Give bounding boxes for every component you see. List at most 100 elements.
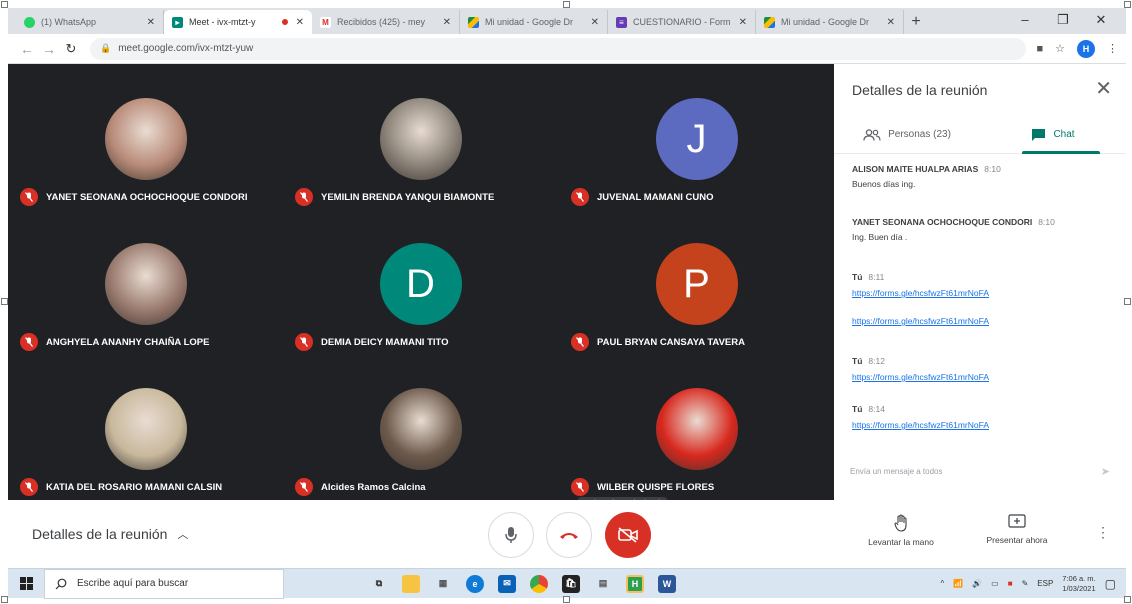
message-sender: YANET SEONANA OCHOCHOQUE CONDORI	[852, 217, 1033, 227]
meeting-details-button[interactable]: Detalles de la reunión ︿	[32, 526, 188, 542]
message-link[interactable]: https://forms.gle/hcsfwzFt61mrNoFA	[852, 316, 1116, 326]
message-sender: Tú	[852, 356, 863, 366]
message-text: Ing. Buen día .	[852, 232, 908, 242]
clock-date: 1/03/2021	[1062, 583, 1096, 593]
send-icon[interactable]: ➤	[1101, 465, 1110, 478]
close-panel-icon[interactable]: ✕	[1095, 76, 1112, 101]
chevron-up-icon[interactable]: ^	[940, 579, 944, 588]
browser-tab-gmail[interactable]: M Recibidos (425) - mey ✕	[312, 10, 460, 34]
participant-name-row: WILBER QUISPE FLORES	[571, 478, 714, 496]
chat-compose[interactable]: Envía un mensaje a todos ➤	[834, 454, 1126, 488]
forward-icon[interactable]: →	[38, 41, 60, 57]
participant-name-row: DEMIA DEICY MAMANI TITO	[295, 333, 449, 351]
clock[interactable]: 7:06 a. m. 1/03/2021	[1062, 574, 1095, 594]
tab-people[interactable]: Personas (23)	[834, 116, 980, 153]
participant-name-row: YEMILIN BRENDA YANQUI BIAMONTE	[295, 188, 494, 206]
edge-icon[interactable]: e	[466, 574, 484, 593]
back-icon[interactable]: ←	[16, 41, 38, 57]
notifications-icon[interactable]: ▢	[1105, 577, 1116, 591]
participant-tile[interactable]: D DEMIA DEICY MAMANI TITO	[283, 209, 558, 354]
close-tab-icon[interactable]: ✕	[296, 17, 304, 28]
close-tab-icon[interactable]: ✕	[443, 17, 451, 28]
calendar-app-icon[interactable]: ▦	[434, 575, 452, 593]
message-link[interactable]: https://forms.gle/hcsfwzFt61mrNoFA	[852, 372, 1116, 382]
camera-in-use-icon[interactable]: ■	[1036, 43, 1043, 55]
profile-avatar[interactable]: H	[1077, 39, 1095, 58]
minimize-icon[interactable]: –	[1006, 8, 1044, 32]
files-app-icon[interactable]: ▤	[594, 575, 612, 593]
store-icon[interactable]: 🛍	[562, 574, 580, 593]
microphone-button[interactable]	[488, 512, 534, 558]
message-link[interactable]: https://forms.gle/hcsfwzFt61mrNoFA	[852, 420, 1116, 430]
chrome-icon[interactable]	[530, 574, 548, 593]
search-icon	[55, 578, 67, 589]
participant-name-row: JUVENAL MAMANI CUNO	[571, 188, 713, 206]
participant-tile[interactable]: ANGHYELA ANANHY CHAIÑA LOPE	[8, 209, 283, 354]
chrome-menu-icon[interactable]: ⋮	[1107, 42, 1118, 55]
participant-avatar	[104, 98, 187, 180]
close-tab-icon[interactable]: ✕	[147, 17, 155, 28]
participant-tile[interactable]: YANET SEONANA OCHOCHOQUE CONDORI	[8, 64, 283, 209]
browser-tab-drive-1[interactable]: Mi unidad - Google Dr ✕	[460, 10, 608, 34]
browser-tab-meet[interactable]: ▸ Meet - ivx-mtzt-y ✕	[164, 10, 312, 34]
leave-call-button[interactable]	[546, 512, 592, 558]
network-icon[interactable]: 📶	[953, 579, 963, 588]
start-button[interactable]	[8, 577, 44, 590]
meeting-details-panel: Detalles de la reunión ✕ Personas (23) C…	[834, 64, 1126, 504]
camera-toggle-button[interactable]	[605, 512, 651, 558]
bookmark-star-icon[interactable]: ☆	[1055, 42, 1065, 55]
meet-bottom-bar: Detalles de la reunión ︿	[8, 500, 834, 568]
mic-muted-icon	[20, 478, 38, 496]
word-icon[interactable]: W	[658, 574, 676, 593]
participant-name-row: KATIA DEL ROSARIO MAMANI CALSIN	[20, 478, 222, 496]
participant-tile[interactable]: J JUVENAL MAMANI CUNO	[559, 64, 834, 209]
close-tab-icon[interactable]: ✕	[739, 17, 747, 28]
browser-tab-drive-2[interactable]: Mi unidad - Google Dr ✕	[756, 10, 904, 34]
participant-tile[interactable]: WILBER QUISPE FLORES	[559, 354, 834, 499]
tab-title: Mi unidad - Google Dr	[485, 17, 574, 27]
recording-indicator-icon	[281, 19, 288, 25]
volume-icon[interactable]: 🔊	[972, 579, 982, 588]
tab-chat-label: Chat	[1053, 129, 1075, 140]
language-indicator[interactable]: ESP	[1037, 579, 1053, 588]
browser-tab-whatsapp[interactable]: (1) WhatsApp ✕	[16, 10, 164, 34]
participant-name: ANGHYELA ANANHY CHAIÑA LOPE	[46, 336, 210, 348]
tab-chat[interactable]: Chat	[980, 116, 1126, 154]
chat-icon	[1032, 128, 1046, 141]
present-now-button[interactable]: Presentar ahora	[972, 514, 1062, 545]
maximize-icon[interactable]: ❐	[1044, 8, 1082, 32]
participant-name: KATIA DEL ROSARIO MAMANI CALSIN	[46, 481, 223, 493]
app-h-icon[interactable]: H	[626, 574, 644, 593]
message-link[interactable]: https://forms.gle/hcsfwzFt61mrNoFA	[852, 288, 1116, 298]
participant-tile[interactable]: P PAUL BRYAN CANSAYA TAVERA	[559, 209, 834, 354]
people-icon	[863, 128, 881, 141]
reload-icon[interactable]: ↻	[60, 41, 82, 57]
selection-handle	[1124, 1, 1131, 8]
participant-tile[interactable]: KATIA DEL ROSARIO MAMANI CALSIN	[8, 354, 283, 499]
chevron-up-icon: ︿	[177, 529, 189, 541]
notification-app-icon[interactable]: ■	[1008, 579, 1013, 588]
participant-tile[interactable]: Alcides Ramos Calcina	[283, 354, 558, 499]
hang-up-icon	[560, 533, 578, 539]
mic-muted-icon	[295, 333, 313, 351]
message-text: Buenos días ing.	[852, 179, 916, 189]
close-tab-icon[interactable]: ✕	[591, 17, 599, 28]
avatar-letter: J	[686, 116, 707, 161]
battery-icon[interactable]: ▭	[991, 579, 999, 588]
file-explorer-icon[interactable]	[402, 574, 420, 593]
close-window-icon[interactable]: ✕	[1082, 8, 1120, 32]
app-tray-icon[interactable]: ✎	[1022, 579, 1029, 588]
new-tab-button[interactable]: +	[904, 10, 928, 34]
task-view-icon[interactable]: ⧉	[370, 575, 388, 593]
chat-input[interactable]: Envía un mensaje a todos	[850, 467, 943, 476]
browser-tab-forms[interactable]: ≡ CUESTIONARIO - Form ✕	[608, 10, 756, 34]
address-bar[interactable]: 🔒 meet.google.com/ivx-mtzt-yuw	[90, 37, 1027, 60]
clock-time: 7:06 a. m.	[1062, 573, 1096, 583]
raise-hand-button[interactable]: Levantar la mano	[856, 514, 946, 547]
taskbar-search[interactable]: Escribe aquí para buscar	[44, 568, 284, 599]
participant-tile[interactable]: YEMILIN BRENDA YANQUI BIAMONTE	[283, 64, 558, 209]
message-sender: Tú	[852, 272, 863, 282]
mail-icon[interactable]: ✉	[498, 574, 516, 593]
close-tab-icon[interactable]: ✕	[887, 17, 895, 28]
more-options-icon[interactable]: ⋮	[1096, 524, 1110, 541]
